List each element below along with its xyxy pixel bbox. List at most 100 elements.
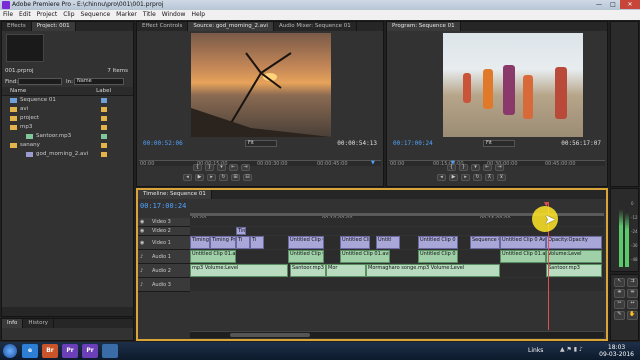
timeline-clip[interactable]: Untitled Clip 0 Avi	[500, 236, 546, 249]
speaker-icon[interactable]: ♪	[140, 250, 143, 264]
menu-edit[interactable]: Edit	[19, 10, 31, 20]
eye-icon[interactable]: ◉	[140, 227, 144, 236]
timeline-clip[interactable]: Ti	[236, 236, 250, 249]
track-header[interactable]: ◉ Video 2	[138, 227, 190, 236]
timeline-clip[interactable]: Sequence 0	[470, 236, 500, 249]
project-item[interactable]: avi	[2, 105, 133, 114]
mark-in-icon[interactable]: {	[193, 164, 202, 171]
track-header[interactable]: ♪ Audio 3	[138, 278, 190, 292]
timeline-timecode[interactable]: 00:17:00:24	[140, 202, 186, 210]
track-lane[interactable]: Untitled Clip 01.avi Untitled Clip 0 Untit…	[190, 250, 604, 263]
ripple-edit-tool-icon[interactable]: ⇼	[614, 289, 625, 298]
loop-icon[interactable]: ↻	[219, 174, 228, 181]
taskbar-app-icon[interactable]: Pr	[62, 344, 78, 358]
mark-out-icon[interactable]: }	[205, 164, 214, 171]
timeline-clip[interactable]: Volume:Level	[546, 250, 602, 263]
hand-tool-icon[interactable]: ✋	[627, 311, 638, 320]
extract-icon[interactable]: ⊻	[497, 174, 506, 181]
maximize-button[interactable]: □	[606, 0, 620, 9]
track-lane[interactable]: Timing Timing Pro Ti Ti Untitled Clip 0 Untit…	[190, 236, 604, 249]
taskbar-app-icon[interactable]: e	[22, 344, 38, 358]
column-label[interactable]: Label	[96, 87, 111, 96]
tab-timeline[interactable]: Timeline: Sequence 01	[138, 190, 212, 199]
timeline-scrollbar[interactable]	[190, 331, 604, 338]
timeline-clip[interactable]: Timing	[190, 236, 210, 249]
project-item[interactable]: sanany	[2, 141, 133, 150]
column-name[interactable]: Name	[10, 87, 26, 96]
tab-history[interactable]: History	[23, 319, 54, 328]
menu-help[interactable]: Help	[191, 10, 205, 20]
go-to-in-icon[interactable]: ⇤	[229, 164, 238, 171]
timeline-clip[interactable]: Opacity:Opacity	[546, 236, 602, 249]
timeline-clip[interactable]: Ti	[250, 236, 264, 249]
step-back-icon[interactable]: ◂	[437, 174, 446, 181]
set-marker-icon[interactable]: ▾	[471, 164, 480, 171]
project-item[interactable]: Santoor.mp3	[2, 132, 133, 141]
program-timecode-in[interactable]: 00:17:00:24	[393, 140, 433, 147]
timeline-clip[interactable]: Santoor.mp3	[546, 264, 602, 277]
go-to-in-icon[interactable]: ⇤	[483, 164, 492, 171]
timeline-clip[interactable]: Untitled Clip 01.avi	[190, 250, 236, 263]
slip-tool-icon[interactable]: ↔	[627, 300, 638, 309]
track-header[interactable]: ◉ Video 1	[138, 236, 190, 250]
track-select-tool-icon[interactable]: ⇉	[627, 278, 638, 287]
close-button[interactable]: ✕	[620, 0, 640, 9]
tab-project[interactable]: Project: 001	[31, 22, 76, 31]
go-to-out-icon[interactable]: ⇥	[495, 164, 504, 171]
timeline-clip[interactable]: Untitled Clip 0	[418, 236, 458, 249]
timeline-clip[interactable]: Untitled Clip 0	[418, 250, 458, 263]
menu-marker[interactable]: Marker	[116, 10, 137, 20]
menu-sequence[interactable]: Sequence	[81, 10, 111, 20]
track-header[interactable]: ♪ Audio 1	[138, 250, 190, 264]
play-icon[interactable]: ▶	[449, 174, 458, 181]
tab-program[interactable]: Program: Sequence 01	[387, 22, 461, 31]
source-playhead-icon[interactable]: ▼	[371, 160, 375, 166]
project-item[interactable]: project	[2, 114, 133, 123]
timeline-clip[interactable]: Untitl	[376, 236, 400, 249]
timeline-clip[interactable]: Mor	[326, 264, 366, 277]
in-select[interactable]: Name	[74, 78, 124, 85]
mark-out-icon[interactable]: }	[459, 164, 468, 171]
taskbar-app-icon[interactable]: Br	[42, 344, 58, 358]
selection-tool-icon[interactable]: ↖	[614, 278, 625, 287]
tab-effect-controls[interactable]: Effect Controls	[137, 22, 189, 31]
set-marker-icon[interactable]: ▾	[217, 164, 226, 171]
source-time-ruler[interactable]: 00:00 00:00:15:00 00:00:30:00 00:00:45:0…	[139, 160, 381, 167]
step-forward-icon[interactable]: ▸	[207, 174, 216, 181]
lift-icon[interactable]: ⊼	[485, 174, 494, 181]
timeline-clip[interactable]: Timing Pro	[210, 236, 236, 249]
timeline-clip[interactable]: Untitled Clip 0	[288, 236, 324, 249]
timeline-clip[interactable]: Untitled Clip 01.avi	[340, 250, 390, 263]
tab-source[interactable]: Source: god_morning_2.avi	[188, 22, 274, 31]
rolling-edit-tool-icon[interactable]: ⇹	[627, 289, 638, 298]
step-back-icon[interactable]: ◂	[183, 174, 192, 181]
timeline-clip[interactable]: Untitled Clip 0	[288, 250, 324, 263]
track-header[interactable]: ◉ Video 3	[138, 218, 190, 227]
timeline-clip[interactable]: Tin	[236, 227, 246, 235]
menu-title[interactable]: Title	[143, 10, 156, 20]
timeline-clip[interactable]: Mormagharo songe.mp3 Volume:Level	[366, 264, 500, 277]
timeline-clip[interactable]: Untitled Clip 0	[340, 236, 370, 249]
menu-project[interactable]: Project	[37, 10, 58, 20]
taskbar-app-icon[interactable]: Pr	[82, 344, 98, 358]
eye-icon[interactable]: ◉	[140, 218, 144, 227]
scrollbar-thumb[interactable]	[230, 333, 310, 337]
track-lane[interactable]: mp3 Volume:Level Santoor.mp3 Mor Mormagharo…	[190, 264, 604, 277]
project-item[interactable]: mp3	[2, 123, 133, 132]
taskbar-links[interactable]: Links	[528, 347, 543, 354]
tab-effects[interactable]: Effects	[2, 22, 32, 31]
timeline-clip[interactable]: mp3 Volume:Level	[190, 264, 288, 277]
minimize-button[interactable]: —	[592, 0, 606, 9]
timeline-clip[interactable]: Santoor.mp3	[290, 264, 326, 277]
source-timecode-in[interactable]: 00:00:52:06	[143, 140, 183, 147]
project-item[interactable]: Sequence 01	[2, 96, 133, 105]
start-button-icon[interactable]	[3, 344, 17, 358]
overlay-icon[interactable]: ⊟	[243, 174, 252, 181]
menu-window[interactable]: Window	[162, 10, 186, 20]
clock[interactable]: 18:03 09-03-2016	[599, 344, 634, 358]
project-item[interactable]: god_morning_2.avi	[2, 150, 133, 159]
razor-tool-icon[interactable]: ✂	[614, 300, 625, 309]
timeline-clip[interactable]: Untitled Clip 01.avi	[500, 250, 546, 263]
speaker-icon[interactable]: ♪	[140, 278, 143, 292]
step-forward-icon[interactable]: ▸	[461, 174, 470, 181]
